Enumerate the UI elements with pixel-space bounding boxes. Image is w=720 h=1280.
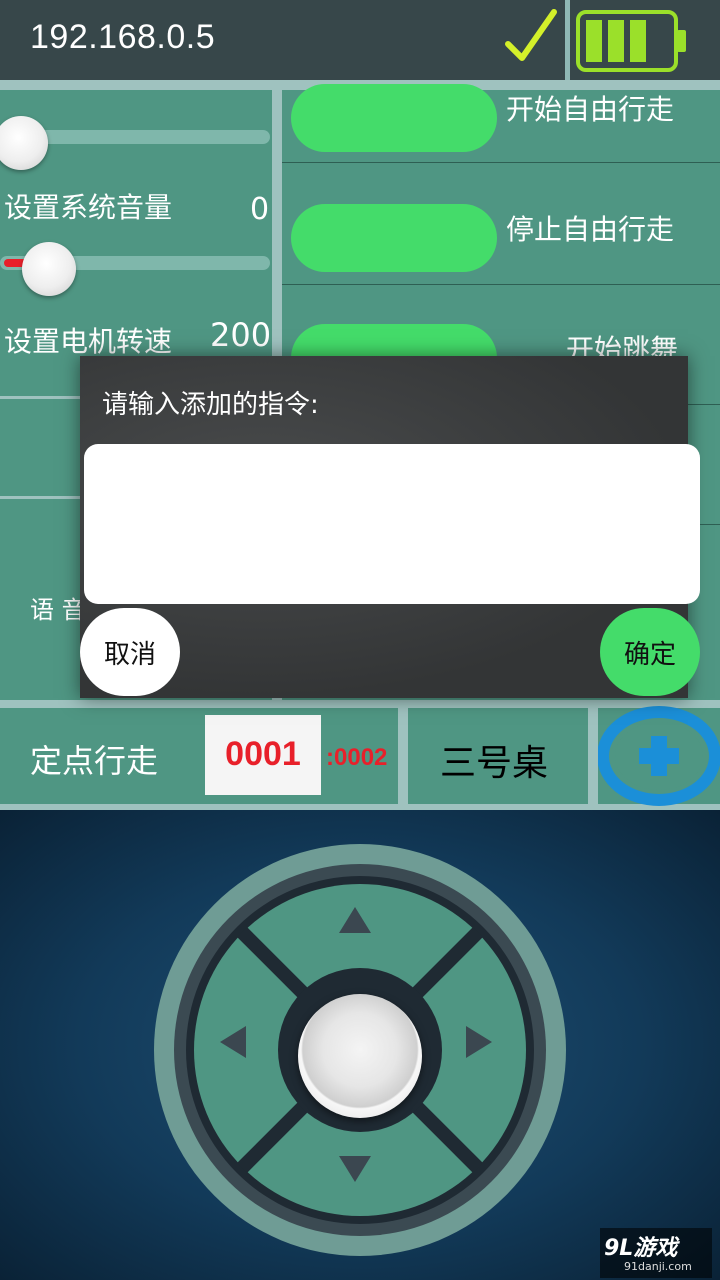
- command-input[interactable]: [84, 444, 700, 604]
- table-label: 三号桌: [440, 743, 549, 784]
- arrow-up-icon[interactable]: [337, 905, 373, 935]
- command-divider-1: [282, 162, 720, 163]
- motor-slider-knob[interactable]: [22, 242, 76, 296]
- command-label-2: 停止自由行走: [506, 213, 675, 246]
- voice-label: 语 音: [30, 596, 86, 624]
- volume-value: 0: [250, 192, 270, 227]
- volume-label: 设置系统音量: [4, 191, 173, 224]
- watermark: 9L游戏 91danji.com: [600, 1228, 712, 1278]
- dialog-title: 请输入添加的指令:: [102, 390, 319, 420]
- plus-icon[interactable]: [597, 706, 720, 806]
- arrow-down-icon[interactable]: [337, 1154, 373, 1184]
- point-number: 0001: [225, 735, 301, 773]
- ok-button[interactable]: 确定: [600, 608, 700, 696]
- cancel-button[interactable]: 取消: [80, 608, 180, 696]
- command-button-2[interactable]: [291, 204, 497, 272]
- center-button[interactable]: [298, 994, 422, 1118]
- mode-label: 定点行走: [30, 742, 159, 780]
- command-label-1: 开始自由行走: [506, 93, 675, 126]
- motor-value: 200: [210, 316, 272, 354]
- motor-label: 设置电机转速: [4, 325, 173, 358]
- ip-address: 192.168.0.5: [30, 18, 216, 56]
- command-button-1[interactable]: [291, 84, 497, 152]
- battery-icon: [576, 10, 688, 72]
- watermark-brand: 9L游戏: [604, 1236, 678, 1261]
- arrow-left-icon[interactable]: [218, 1024, 248, 1060]
- command-divider-2: [282, 284, 720, 285]
- arrow-right-icon[interactable]: [464, 1024, 494, 1060]
- point-total: :0002: [326, 744, 388, 771]
- watermark-site: 91danji.com: [624, 1260, 692, 1273]
- checkmark-icon[interactable]: [500, 6, 560, 68]
- top-separator: [565, 0, 570, 80]
